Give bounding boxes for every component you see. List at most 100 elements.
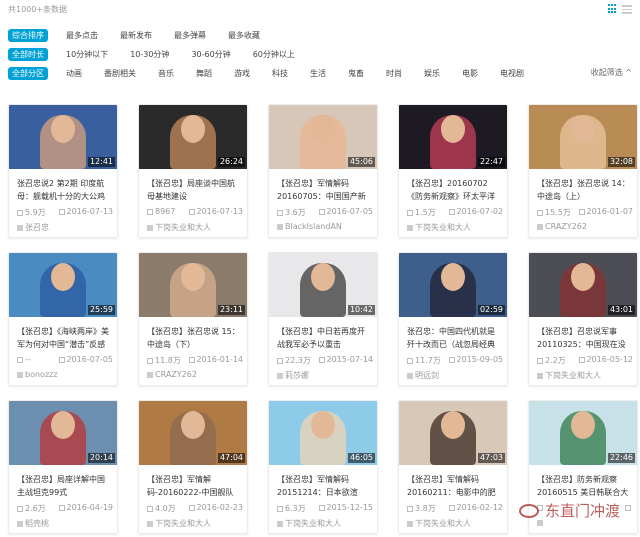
uploader-name[interactable]: 张召忠 [25, 223, 49, 232]
video-title[interactable]: 【张召忠】军情解码20151214：日本欲渲 [277, 473, 371, 499]
duration-under-10[interactable]: 10分钟以下 [62, 48, 112, 61]
video-title[interactable]: 【张召忠】局座谈中国航母基地建设 [147, 177, 241, 203]
video-thumbnail[interactable]: 46:05 [269, 401, 377, 465]
video-title[interactable]: 张召忠：中国四代机就是歼十改而已（战忽局经典之 [407, 325, 501, 351]
category-animation[interactable]: 动画 [62, 67, 86, 80]
uploader-name[interactable]: 明远剑 [415, 371, 439, 380]
video-card[interactable]: 47:03 【张召忠】军情解码20160211：电影中的肥马 3.8万 2016-02… [398, 400, 508, 534]
video-thumbnail[interactable]: 45:06 [269, 105, 377, 169]
video-card[interactable]: 46:05 【张召忠】军情解码20151214：日本欲渲 6.3万 2015-12-1… [268, 400, 378, 534]
video-card[interactable]: 22:47 【张召忠】20160702《防务新观察》环太平洋中国自 1.5万 2016… [398, 104, 508, 238]
category-bangumi[interactable]: 番剧相关 [100, 67, 140, 80]
uploader[interactable]: 下岗失业和大人 [147, 222, 211, 233]
category-movie[interactable]: 电影 [458, 67, 482, 80]
sort-newest[interactable]: 最新发布 [116, 29, 156, 42]
category-tech[interactable]: 科技 [268, 67, 292, 80]
uploader-name[interactable]: BlackIslandAN [285, 222, 342, 231]
uploader-name[interactable]: 下岗失业和大人 [155, 223, 211, 232]
category-fashion[interactable]: 时尚 [382, 67, 406, 80]
video-thumbnail[interactable]: 20:14 [9, 401, 117, 465]
video-title[interactable]: 【张召忠】局座详解中国主战坦克99式 [17, 473, 111, 499]
uploader[interactable]: 下岗失业和大人 [407, 518, 471, 529]
video-title[interactable]: 【张召忠】防务新观察20160515 美日韩联合大打 [537, 473, 631, 499]
video-card[interactable]: 26:24 【张召忠】局座谈中国航母基地建设 8967 2016-07-13 下岗失业和… [138, 104, 248, 238]
video-thumbnail[interactable]: 26:24 [139, 105, 247, 169]
uploader[interactable]: 稻壳桃 [17, 518, 49, 529]
category-dance[interactable]: 舞蹈 [192, 67, 216, 80]
uploader[interactable]: 下岗失业和大人 [277, 518, 341, 529]
category-game[interactable]: 游戏 [230, 67, 254, 80]
video-thumbnail[interactable]: 12:41 [9, 105, 117, 169]
video-title[interactable]: 【张召忠】张召忠说 14：中途岛（上） [537, 177, 631, 203]
video-title[interactable]: 【张召忠】召忠说军事 20110325：中国现在没有 [537, 325, 631, 351]
uploader[interactable]: bonozzz [17, 370, 58, 379]
video-title[interactable]: 【张召忠】中日若再度开战我军必予以重击 [277, 325, 371, 351]
category-music[interactable]: 音乐 [154, 67, 178, 80]
video-thumbnail[interactable]: 43:01 [529, 253, 637, 317]
uploader-name[interactable]: 莉莎娜 [285, 371, 309, 380]
sort-most-danmaku[interactable]: 最多弹幕 [170, 29, 210, 42]
duration-30-60[interactable]: 30-60分钟 [187, 48, 234, 61]
category-kichiku[interactable]: 鬼畜 [344, 67, 368, 80]
video-title[interactable]: 【张召忠】《海峡两岸》美军为何对中国“潜击”反感 [17, 325, 111, 351]
video-thumbnail[interactable]: 10:42 [269, 253, 377, 317]
uploader[interactable]: BlackIslandAN [277, 222, 342, 231]
uploader-name[interactable]: bonozzz [25, 370, 58, 379]
category-all[interactable]: 全部分区 [8, 66, 48, 80]
uploader[interactable]: CRAZY262 [537, 222, 587, 231]
uploader-name[interactable]: 下岗失业和大人 [545, 371, 601, 380]
sort-comprehensive[interactable]: 综合排序 [8, 28, 48, 42]
video-thumbnail[interactable]: 22:47 [399, 105, 507, 169]
uploader-name[interactable]: 下岗失业和大人 [155, 519, 211, 528]
uploader-name[interactable]: 下岗失业和大人 [415, 223, 471, 232]
video-thumbnail[interactable]: 22:46 [529, 401, 637, 465]
video-title[interactable]: 【张召忠】军情解码20160705：中国国产新航 [277, 177, 371, 203]
video-thumbnail[interactable]: 23:11 [139, 253, 247, 317]
video-title[interactable]: 【张召忠】军情解码20160211：电影中的肥马 [407, 473, 501, 499]
uploader[interactable]: 明远剑 [407, 370, 439, 381]
video-card[interactable]: 23:11 【张召忠】张召忠说 15：中途岛（下） 11.8万 2016-01-14 C… [138, 252, 248, 386]
uploader-name[interactable]: 稻壳桃 [25, 519, 49, 528]
video-card[interactable]: 45:06 【张召忠】军情解码20160705：中国国产新航 3.6万 2016-07… [268, 104, 378, 238]
uploader-name[interactable]: 下岗失业和大人 [285, 519, 341, 528]
duration-all[interactable]: 全部时长 [8, 47, 48, 61]
video-thumbnail[interactable]: 32:08 [529, 105, 637, 169]
play-icon [147, 358, 153, 364]
video-card[interactable]: 12:41 张召忠说2 第2期 印度航母：舰载机十分的大公鸡 5.9万 2016-07… [8, 104, 118, 238]
uploader[interactable]: 莉莎娜 [277, 370, 309, 381]
video-thumbnail[interactable]: 47:03 [399, 401, 507, 465]
sort-most-favorites[interactable]: 最多收藏 [224, 29, 264, 42]
duration-10-30[interactable]: 10-30分钟 [126, 48, 173, 61]
video-title[interactable]: 张召忠说2 第2期 印度航母：舰载机十分的大公鸡 [17, 177, 111, 203]
video-title[interactable]: 【张召忠】20160702《防务新观察》环太平洋中国自 [407, 177, 501, 203]
video-thumbnail[interactable]: 47:04 [139, 401, 247, 465]
grid-view-icon[interactable] [608, 4, 618, 14]
category-tv[interactable]: 电视剧 [496, 67, 528, 80]
video-thumbnail[interactable]: 25:59 [9, 253, 117, 317]
uploader[interactable]: CRAZY262 [147, 370, 197, 379]
uploader[interactable]: 下岗失业和大人 [407, 222, 471, 233]
uploader-name[interactable]: CRAZY262 [155, 370, 197, 379]
video-card[interactable]: 32:08 【张召忠】张召忠说 14：中途岛（上） 15.5万 2016-01-07 C… [528, 104, 638, 238]
video-card[interactable]: 02:59 张召忠：中国四代机就是歼十改而已（战忽局经典之 11.7万 2015-09… [398, 252, 508, 386]
collapse-filters-link[interactable]: 收起筛选 ^ [591, 67, 632, 78]
video-card[interactable]: 25:59 【张召忠】《海峡两岸》美军为何对中国“潜击”反感 -- 2016-07-0… [8, 252, 118, 386]
category-entertainment[interactable]: 娱乐 [420, 67, 444, 80]
video-card[interactable]: 10:42 【张召忠】中日若再度开战我军必予以重击 22.3万 2015-07-14 莉… [268, 252, 378, 386]
video-card[interactable]: 20:14 【张召忠】局座详解中国主战坦克99式 2.6万 2016-04-19 稻壳桃 [8, 400, 118, 534]
video-thumbnail[interactable]: 02:59 [399, 253, 507, 317]
uploader-name[interactable]: CRAZY262 [545, 222, 587, 231]
video-card[interactable]: 43:01 【张召忠】召忠说军事 20110325：中国现在没有 2.2万 2016-… [528, 252, 638, 386]
duration-over-60[interactable]: 60分钟以上 [249, 48, 299, 61]
uploader[interactable]: 下岗失业和大人 [147, 518, 211, 529]
play-icon [407, 210, 413, 216]
video-title[interactable]: 【张召忠】军情解码-20160222-中国舰队再 [147, 473, 241, 499]
uploader-name[interactable]: 下岗失业和大人 [415, 519, 471, 528]
sort-most-clicks[interactable]: 最多点击 [62, 29, 102, 42]
uploader[interactable]: 下岗失业和大人 [537, 370, 601, 381]
list-view-icon[interactable] [622, 4, 632, 15]
video-title[interactable]: 【张召忠】张召忠说 15：中途岛（下） [147, 325, 241, 351]
uploader[interactable]: 张召忠 [17, 222, 49, 233]
video-card[interactable]: 47:04 【张召忠】军情解码-20160222-中国舰队再 4.0万 2016-02… [138, 400, 248, 534]
category-life[interactable]: 生活 [306, 67, 330, 80]
